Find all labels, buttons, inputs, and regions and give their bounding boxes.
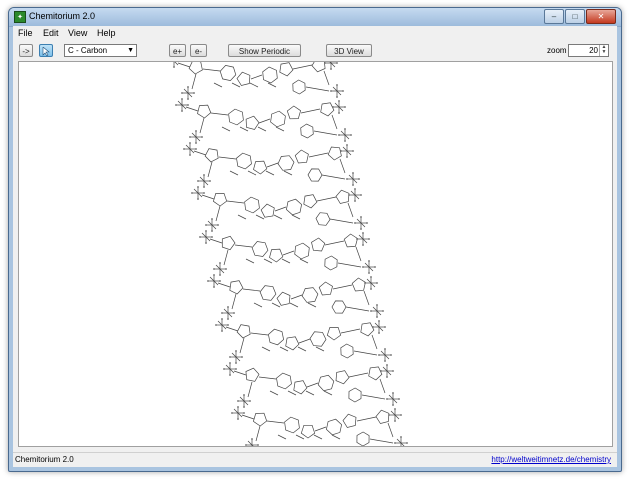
- close-button[interactable]: ✕: [586, 9, 616, 24]
- status-text: Chemitorium 2.0: [15, 455, 74, 464]
- menu-help[interactable]: Help: [97, 28, 116, 38]
- menu-file[interactable]: File: [18, 28, 33, 38]
- toolbar: -> C - Carbon ▼ e+ e- Show Periodic Syst…: [13, 42, 617, 69]
- element-select-value: C - Carbon: [68, 46, 108, 55]
- element-select[interactable]: C - Carbon ▼: [64, 44, 137, 57]
- menu-edit[interactable]: Edit: [43, 28, 59, 38]
- window-title: Chemitorium 2.0: [29, 11, 96, 21]
- add-electron-button[interactable]: e+: [169, 44, 186, 57]
- menu-view[interactable]: View: [68, 28, 87, 38]
- window-controls: – □ ✕: [543, 9, 616, 24]
- app-icon: ✦: [14, 11, 26, 23]
- 3d-view-button[interactable]: 3D View: [326, 44, 372, 57]
- client-area: File Edit View Help -> C - Carbon ▼ e+ e…: [13, 26, 617, 467]
- menu-bar: File Edit View Help: [13, 26, 617, 42]
- pointer-icon: [42, 46, 50, 57]
- title-bar[interactable]: ✦ Chemitorium 2.0 – □ ✕: [9, 8, 621, 27]
- arrow-tool-button[interactable]: ->: [19, 44, 33, 57]
- minimize-button[interactable]: –: [544, 9, 564, 24]
- molecule-structure: [173, 62, 408, 446]
- pointer-tool-button[interactable]: [39, 44, 53, 57]
- zoom-value: 20: [589, 46, 598, 55]
- app-window: ✦ Chemitorium 2.0 – □ ✕ File Edit View H…: [8, 7, 622, 472]
- zoom-spin-buttons[interactable]: ▲ ▼: [599, 45, 608, 56]
- molecule-canvas[interactable]: [18, 61, 613, 447]
- zoom-label: zoom: [547, 46, 567, 55]
- website-link[interactable]: http://weltweitimnetz.de/chemistry: [491, 455, 611, 464]
- maximize-button[interactable]: □: [565, 9, 585, 24]
- status-bar: Chemitorium 2.0 http://weltweitimnetz.de…: [13, 452, 617, 467]
- remove-electron-button[interactable]: e-: [190, 44, 207, 57]
- show-periodic-system-button[interactable]: Show Periodic System: [228, 44, 301, 69]
- zoom-stepper[interactable]: 20 ▲ ▼: [568, 44, 609, 57]
- chevron-down-icon: ▼: [127, 47, 134, 54]
